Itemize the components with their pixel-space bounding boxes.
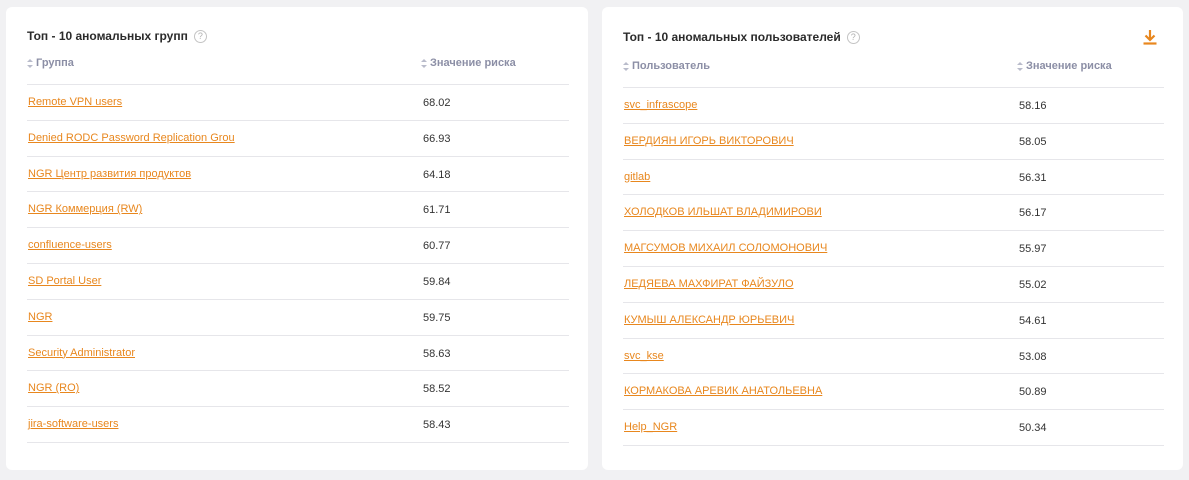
risk-value: 50.34: [1019, 422, 1047, 435]
risk-value: 58.63: [423, 347, 451, 360]
groups-card-title: Топ - 10 аномальных групп ?: [27, 29, 207, 43]
risk-value: 58.52: [423, 383, 451, 396]
table-row: Denied RODC Password Replication Grou 66.…: [27, 121, 569, 157]
group-link[interactable]: SD Portal User: [28, 275, 101, 287]
user-link[interactable]: ВЕРДИЯН ИГОРЬ ВИКТОРОВИЧ: [624, 135, 794, 147]
group-link[interactable]: NGR Коммерция (RW): [28, 203, 142, 215]
groups-table-header: Группа Значение риска: [27, 56, 569, 85]
user-link[interactable]: svc_kse: [624, 350, 664, 362]
risk-value: 58.05: [1019, 135, 1047, 148]
sort-column-risk[interactable]: Значение риска: [1017, 60, 1112, 72]
help-icon[interactable]: ?: [846, 30, 860, 44]
user-link[interactable]: svc_infrascope: [624, 99, 697, 111]
column-header-label: Значение риска: [430, 57, 516, 69]
top-users-card: Топ - 10 аномальных пользователей ? Поль…: [602, 7, 1183, 470]
users-card-title: Топ - 10 аномальных пользователей ?: [623, 30, 860, 44]
group-link[interactable]: confluence-users: [28, 239, 112, 251]
risk-value: 60.77: [423, 240, 451, 253]
download-icon: [1143, 30, 1157, 45]
table-row: gitlab 56.31: [623, 160, 1164, 196]
top-groups-card: Топ - 10 аномальных групп ? Группа Значе…: [6, 7, 588, 470]
groups-title-text: Топ - 10 аномальных групп: [27, 29, 188, 43]
table-row: Remote VPN users 68.02: [27, 85, 569, 121]
risk-value: 58.16: [1019, 100, 1047, 112]
table-row: Help_NGR 50.34: [623, 410, 1164, 446]
sort-column-group[interactable]: Группа: [27, 57, 74, 69]
risk-value: 53.08: [1019, 350, 1047, 363]
sort-icon: [623, 61, 629, 71]
risk-value: 58.43: [423, 419, 451, 432]
table-row: NGR Коммерция (RW) 61.71: [27, 192, 569, 229]
group-link[interactable]: jira-software-users: [28, 418, 118, 430]
table-row: NGR 59.75: [27, 300, 569, 336]
risk-value: 56.31: [1019, 171, 1047, 184]
table-row: svc_infrascope 58.16: [623, 88, 1164, 124]
risk-value: 61.71: [423, 204, 451, 217]
risk-value: 59.84: [423, 275, 451, 288]
risk-value: 54.61: [1019, 314, 1047, 327]
table-row: NGR (RO) 58.52: [27, 371, 569, 408]
user-link[interactable]: Help_NGR: [624, 421, 677, 433]
user-link[interactable]: МАГСУМОВ МИХАИЛ СОЛОМОНОВИЧ: [624, 242, 827, 254]
users-table-body: svc_infrascope 58.16 ВЕРДИЯН ИГОРЬ ВИКТОР…: [623, 88, 1164, 446]
sort-column-risk[interactable]: Значение риска: [421, 57, 516, 69]
risk-value: 56.17: [1019, 207, 1047, 220]
table-row: МАГСУМОВ МИХАИЛ СОЛОМОНОВИЧ 55.97: [623, 231, 1164, 267]
table-row: NGR Центр развития продуктов 64.18: [27, 157, 569, 193]
table-row: confluence-users 60.77: [27, 228, 569, 264]
table-row: svc_kse 53.08: [623, 339, 1164, 375]
table-row: КОРМАКОВА АРЕВИК АНАТОЛЬЕВНА 50.89: [623, 374, 1164, 411]
table-row: ХОЛОДКОВ ИЛЬШАТ ВЛАДИМИРОВИ 56.17: [623, 195, 1164, 232]
risk-value: 55.97: [1019, 243, 1047, 256]
sort-icon: [421, 58, 427, 68]
groups-table-body: Remote VPN users 68.02 Denied RODC Passwo…: [27, 85, 569, 443]
group-link[interactable]: Security Administrator: [28, 347, 135, 359]
sort-icon: [1017, 61, 1023, 71]
table-row: ВЕРДИЯН ИГОРЬ ВИКТОРОВИЧ 58.05: [623, 124, 1164, 160]
column-header-label: Значение риска: [1026, 60, 1112, 72]
risk-value: 55.02: [1019, 278, 1047, 291]
group-link[interactable]: NGR (RO): [28, 382, 79, 394]
table-row: jira-software-users 58.43: [27, 407, 569, 443]
column-header-label: Группа: [36, 57, 74, 69]
download-button[interactable]: [1142, 29, 1158, 45]
table-row: ЛЕДЯЕВА МАХФИРАТ ФАЙЗУЛО 55.02: [623, 267, 1164, 303]
risk-value: 50.89: [1019, 386, 1047, 399]
help-icon[interactable]: ?: [193, 29, 207, 43]
group-link[interactable]: NGR Центр развития продуктов: [28, 168, 191, 180]
table-row: Security Administrator 58.63: [27, 336, 569, 372]
user-link[interactable]: gitlab: [624, 171, 650, 183]
users-table-header: Пользователь Значение риска: [623, 59, 1164, 88]
group-link[interactable]: Remote VPN users: [28, 96, 122, 108]
sort-icon: [27, 58, 33, 68]
group-link[interactable]: NGR: [28, 311, 52, 323]
user-link[interactable]: ЛЕДЯЕВА МАХФИРАТ ФАЙЗУЛО: [624, 278, 794, 290]
risk-value: 59.75: [423, 311, 451, 324]
user-link[interactable]: ХОЛОДКОВ ИЛЬШАТ ВЛАДИМИРОВИ: [624, 206, 822, 218]
column-header-label: Пользователь: [632, 60, 711, 72]
users-title-text: Топ - 10 аномальных пользователей: [623, 30, 841, 44]
table-row: SD Portal User 59.84: [27, 264, 569, 300]
risk-value: 66.93: [423, 132, 451, 145]
table-row: КУМЫШ АЛЕКСАНДР ЮРЬЕВИЧ 54.61: [623, 303, 1164, 339]
risk-value: 68.02: [423, 97, 451, 109]
sort-column-user[interactable]: Пользователь: [623, 60, 710, 72]
risk-value: 64.18: [423, 168, 451, 181]
group-link[interactable]: Denied RODC Password Replication Grou: [28, 132, 235, 144]
user-link[interactable]: КУМЫШ АЛЕКСАНДР ЮРЬЕВИЧ: [624, 314, 794, 326]
user-link[interactable]: КОРМАКОВА АРЕВИК АНАТОЛЬЕВНА: [624, 385, 822, 397]
